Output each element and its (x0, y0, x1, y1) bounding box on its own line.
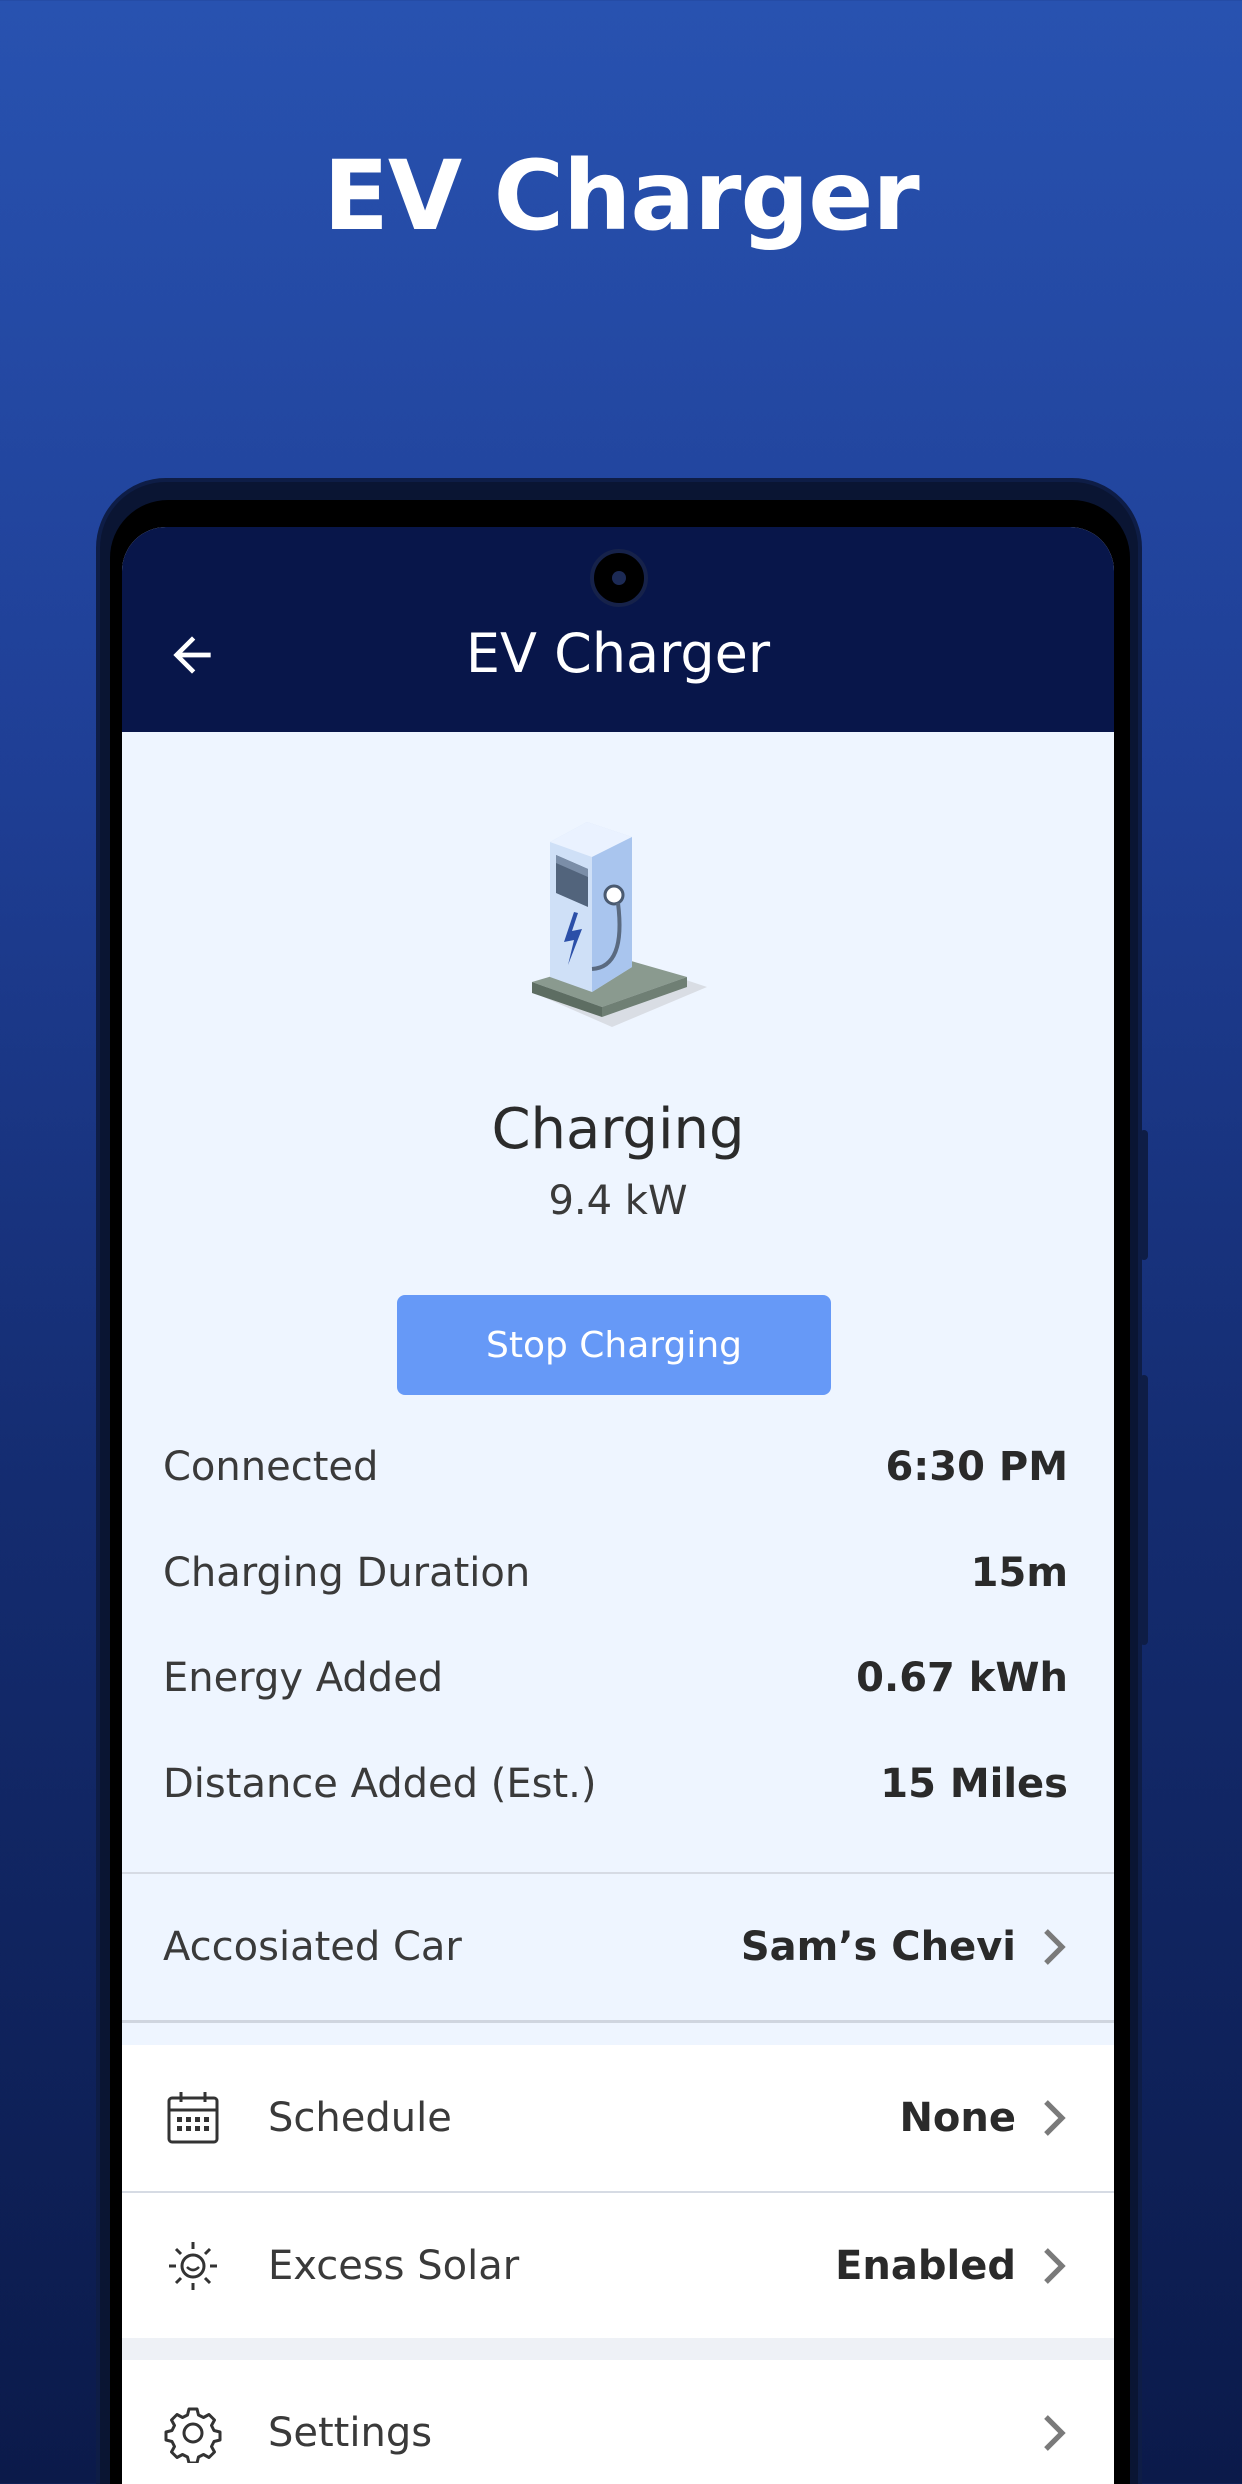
stat-value: 15m (970, 1550, 1068, 1596)
stop-charging-button[interactable]: Stop Charging (397, 1295, 831, 1395)
excess-solar-row[interactable]: Excess Solar Enabled (122, 2193, 1114, 2339)
app-bar-title: EV Charger (465, 622, 771, 685)
menu-group: Schedule None Excess Solar Enabled (122, 2045, 1114, 2338)
stat-label: Energy Added (163, 1655, 444, 1701)
settings-label: Settings (268, 2410, 433, 2456)
chevron-right-icon (1044, 2248, 1066, 2284)
charging-status: Charging (491, 1097, 745, 1162)
stat-row-connected: Connected 6:30 PM (163, 1437, 1068, 1497)
sun-icon (169, 2242, 217, 2290)
phone-side-button (1140, 1130, 1148, 1260)
chevron-right-icon (1044, 2415, 1066, 2451)
section-gap (122, 2338, 1114, 2360)
ev-charger-illustration (532, 822, 707, 1027)
stat-label: Charging Duration (163, 1550, 531, 1596)
stat-row-duration: Charging Duration 15m (163, 1543, 1068, 1603)
car-label: Accosiated Car (163, 1924, 462, 1970)
car-value: Sam’s Chevi (740, 1924, 1016, 1970)
app-bar: EV Charger (122, 527, 1114, 732)
associated-car-row[interactable]: Accosiated Car Sam’s Chevi (122, 1874, 1114, 2020)
schedule-value: None (899, 2095, 1016, 2141)
divider (122, 2020, 1114, 2023)
chevron-right-icon (1044, 1929, 1066, 1965)
settings-group: Settings (122, 2360, 1114, 2484)
excess-solar-value: Enabled (835, 2243, 1016, 2289)
schedule-label: Schedule (268, 2095, 452, 2141)
phone-side-button (1140, 1375, 1148, 1645)
chevron-right-icon (1044, 2100, 1066, 2136)
stat-value: 15 Miles (880, 1761, 1068, 1807)
stat-value: 6:30 PM (885, 1444, 1068, 1490)
stat-label: Distance Added (Est.) (163, 1761, 597, 1807)
front-camera (590, 549, 648, 607)
phone-screen: EV Charger Charging 9.4 kW Stop Charging… (122, 527, 1114, 2484)
calendar-icon (167, 2092, 219, 2144)
stat-label: Connected (163, 1444, 379, 1490)
schedule-row[interactable]: Schedule None (122, 2045, 1114, 2191)
stat-row-distance: Distance Added (Est.) 15 Miles (163, 1754, 1068, 1814)
stat-row-energy: Energy Added 0.67 kWh (163, 1648, 1068, 1708)
charging-power: 9.4 kW (548, 1178, 688, 1224)
stat-value: 0.67 kWh (856, 1655, 1068, 1701)
gear-icon (164, 2407, 222, 2463)
promo-title: EV Charger (323, 140, 919, 252)
excess-solar-label: Excess Solar (268, 2243, 520, 2289)
settings-row[interactable]: Settings (122, 2360, 1114, 2484)
